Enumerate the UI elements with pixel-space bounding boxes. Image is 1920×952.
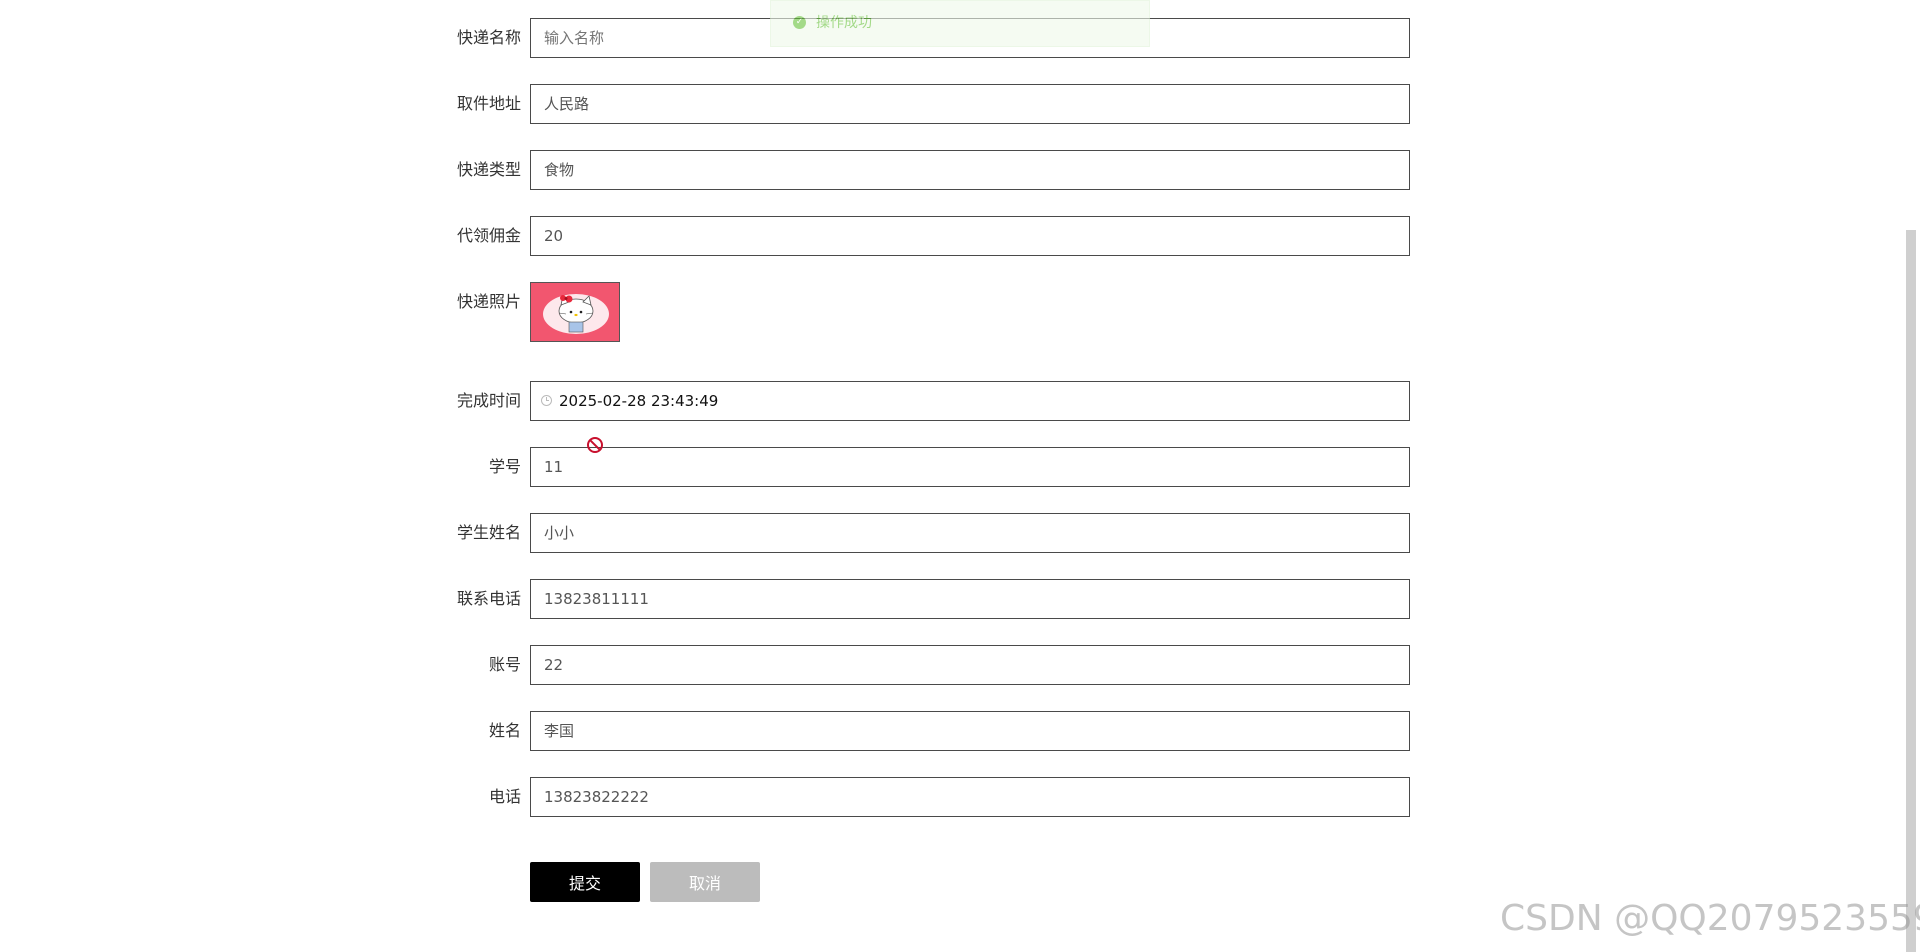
express-photo-thumbnail[interactable] (530, 282, 620, 342)
watermark-text: CSDN @QQ2079523559 (1500, 898, 1920, 939)
toast-message: 操作成功 (816, 15, 872, 31)
cancel-button[interactable]: 取消 (650, 862, 760, 902)
page-scrollbar[interactable] (1906, 230, 1916, 952)
express-type-input[interactable]: 食物 (530, 150, 1410, 190)
photo-label: 快递照片 (456, 292, 521, 311)
express-edit-form: 快递名称 取件地址 人民路 快递类型 食物 代领佣金 20 快递照片 (0, 0, 1920, 952)
commission-input[interactable]: 20 (530, 216, 1410, 256)
commission-label: 代领佣金 (456, 226, 521, 245)
student-id-input[interactable]: 11 (530, 447, 1410, 487)
account-label: 账号 (488, 655, 521, 674)
name-input[interactable]: 李国 (530, 711, 1410, 751)
contact-phone-label: 联系电话 (456, 589, 521, 608)
finish-time-picker[interactable]: 2025-02-28 23:43:49 (530, 381, 1410, 421)
finish-time-value: 2025-02-28 23:43:49 (559, 392, 719, 410)
express-name-label: 快递名称 (456, 28, 521, 47)
hello-kitty-image (531, 283, 619, 341)
contact-phone-input[interactable]: 13823811111 (530, 579, 1410, 619)
finish-time-label: 完成时间 (456, 391, 521, 410)
account-input[interactable]: 22 (530, 645, 1410, 685)
student-name-label: 学生姓名 (456, 523, 521, 542)
pickup-address-input[interactable]: 人民路 (530, 84, 1410, 124)
check-circle-icon: ✓ (793, 15, 806, 29)
student-id-label: 学号 (488, 457, 521, 476)
pickup-address-label: 取件地址 (456, 94, 521, 113)
phone-input[interactable]: 13823822222 (530, 777, 1410, 817)
clock-icon (541, 395, 552, 406)
success-toast: ✓ 操作成功 (770, 0, 1150, 47)
not-allowed-cursor-icon (587, 437, 603, 453)
name-label: 姓名 (488, 721, 521, 740)
phone-label: 电话 (488, 787, 521, 806)
student-name-input[interactable]: 小小 (530, 513, 1410, 553)
submit-button[interactable]: 提交 (530, 862, 640, 902)
express-type-label: 快递类型 (456, 160, 521, 179)
